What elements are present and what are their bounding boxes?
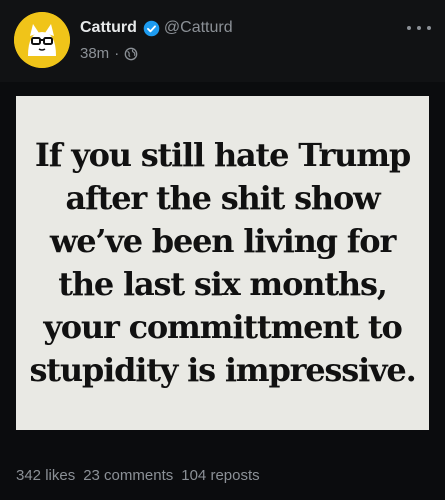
meta-separator: · (114, 45, 120, 62)
cat-avatar-icon (14, 12, 70, 68)
comments-count[interactable]: 23 comments (83, 467, 173, 484)
more-dot-icon (427, 26, 431, 30)
post-meta: 38m · (80, 45, 138, 62)
more-options-button[interactable] (407, 20, 431, 36)
post-image[interactable]: If you still hate Trump after the shit s… (16, 96, 429, 430)
more-dot-icon (417, 26, 421, 30)
globe-icon (124, 47, 138, 61)
reposts-count[interactable]: 104 reposts (181, 467, 259, 484)
author-name[interactable]: Catturd (80, 19, 137, 37)
post-timestamp[interactable]: 38m (80, 45, 109, 62)
more-dot-icon (407, 26, 411, 30)
post-header: Catturd @Catturd 38m · (0, 0, 445, 82)
meme-line: If you still hate Trump (34, 136, 411, 174)
avatar[interactable] (14, 12, 70, 68)
engagement-stats: 342 likes 23 comments 104 reposts (16, 467, 260, 484)
meme-line: the last six months, (58, 265, 388, 303)
meme-line: we’ve been living for (49, 222, 396, 260)
meme-line: after the shit show (65, 179, 381, 217)
author-handle[interactable]: @Catturd (164, 19, 233, 37)
likes-count[interactable]: 342 likes (16, 467, 75, 484)
verified-badge-icon (143, 20, 160, 37)
meme-text: If you still hate Trump after the shit s… (16, 134, 429, 392)
author-row: Catturd @Catturd (80, 19, 233, 37)
meme-line: your committment to (43, 308, 402, 346)
meme-line: stupidity is impressive. (29, 351, 416, 389)
